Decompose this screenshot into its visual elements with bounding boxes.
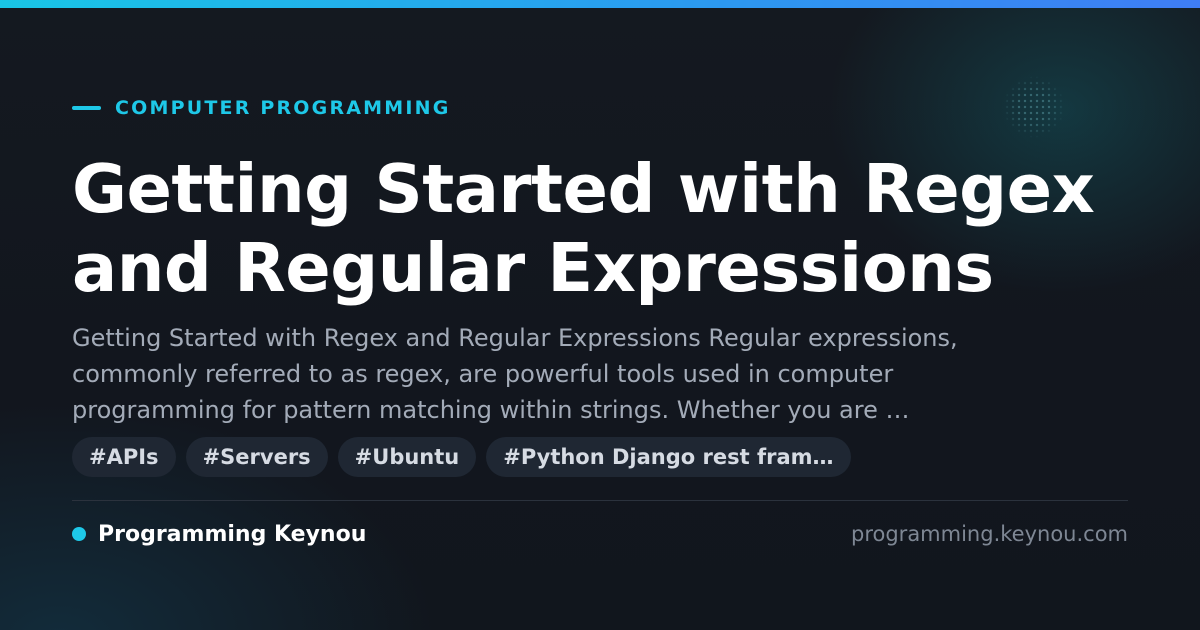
tag-apis[interactable]: #APIs	[72, 437, 176, 477]
tag-python-django[interactable]: #Python Django rest fram…	[486, 437, 851, 477]
tag-servers[interactable]: #Servers	[185, 437, 328, 477]
article-title: Getting Started with Regex and Regular E…	[72, 150, 1162, 308]
title-line-2: and Regular Expressions	[72, 229, 994, 307]
title-line-1: Getting Started with Regex	[72, 150, 1095, 228]
accent-top-bar	[0, 0, 1200, 8]
tag-ubuntu[interactable]: #Ubuntu	[337, 437, 477, 477]
category-dash-icon	[72, 106, 101, 110]
brand-name: Programming Keynou	[98, 521, 367, 547]
footer-divider	[72, 500, 1128, 501]
decorative-dot-pattern	[1004, 74, 1064, 140]
site-domain[interactable]: programming.keynou.com	[851, 518, 1128, 550]
excerpt-line-3: programming for pattern matching within …	[72, 396, 910, 424]
excerpt-line-2: commonly referred to as regex, are power…	[72, 360, 894, 388]
category-text: COMPUTER PROGRAMMING	[115, 97, 451, 119]
excerpt-line-1: Getting Started with Regex and Regular E…	[72, 324, 958, 352]
category-label: COMPUTER PROGRAMMING	[72, 95, 451, 121]
brand[interactable]: Programming Keynou	[72, 518, 366, 550]
social-share-card: COMPUTER PROGRAMMING Getting Started wit…	[0, 0, 1200, 630]
article-excerpt: Getting Started with Regex and Regular E…	[72, 320, 1132, 428]
tag-list: #APIs #Servers #Ubuntu #Python Django re…	[72, 437, 851, 477]
brand-dot-icon	[72, 527, 86, 541]
